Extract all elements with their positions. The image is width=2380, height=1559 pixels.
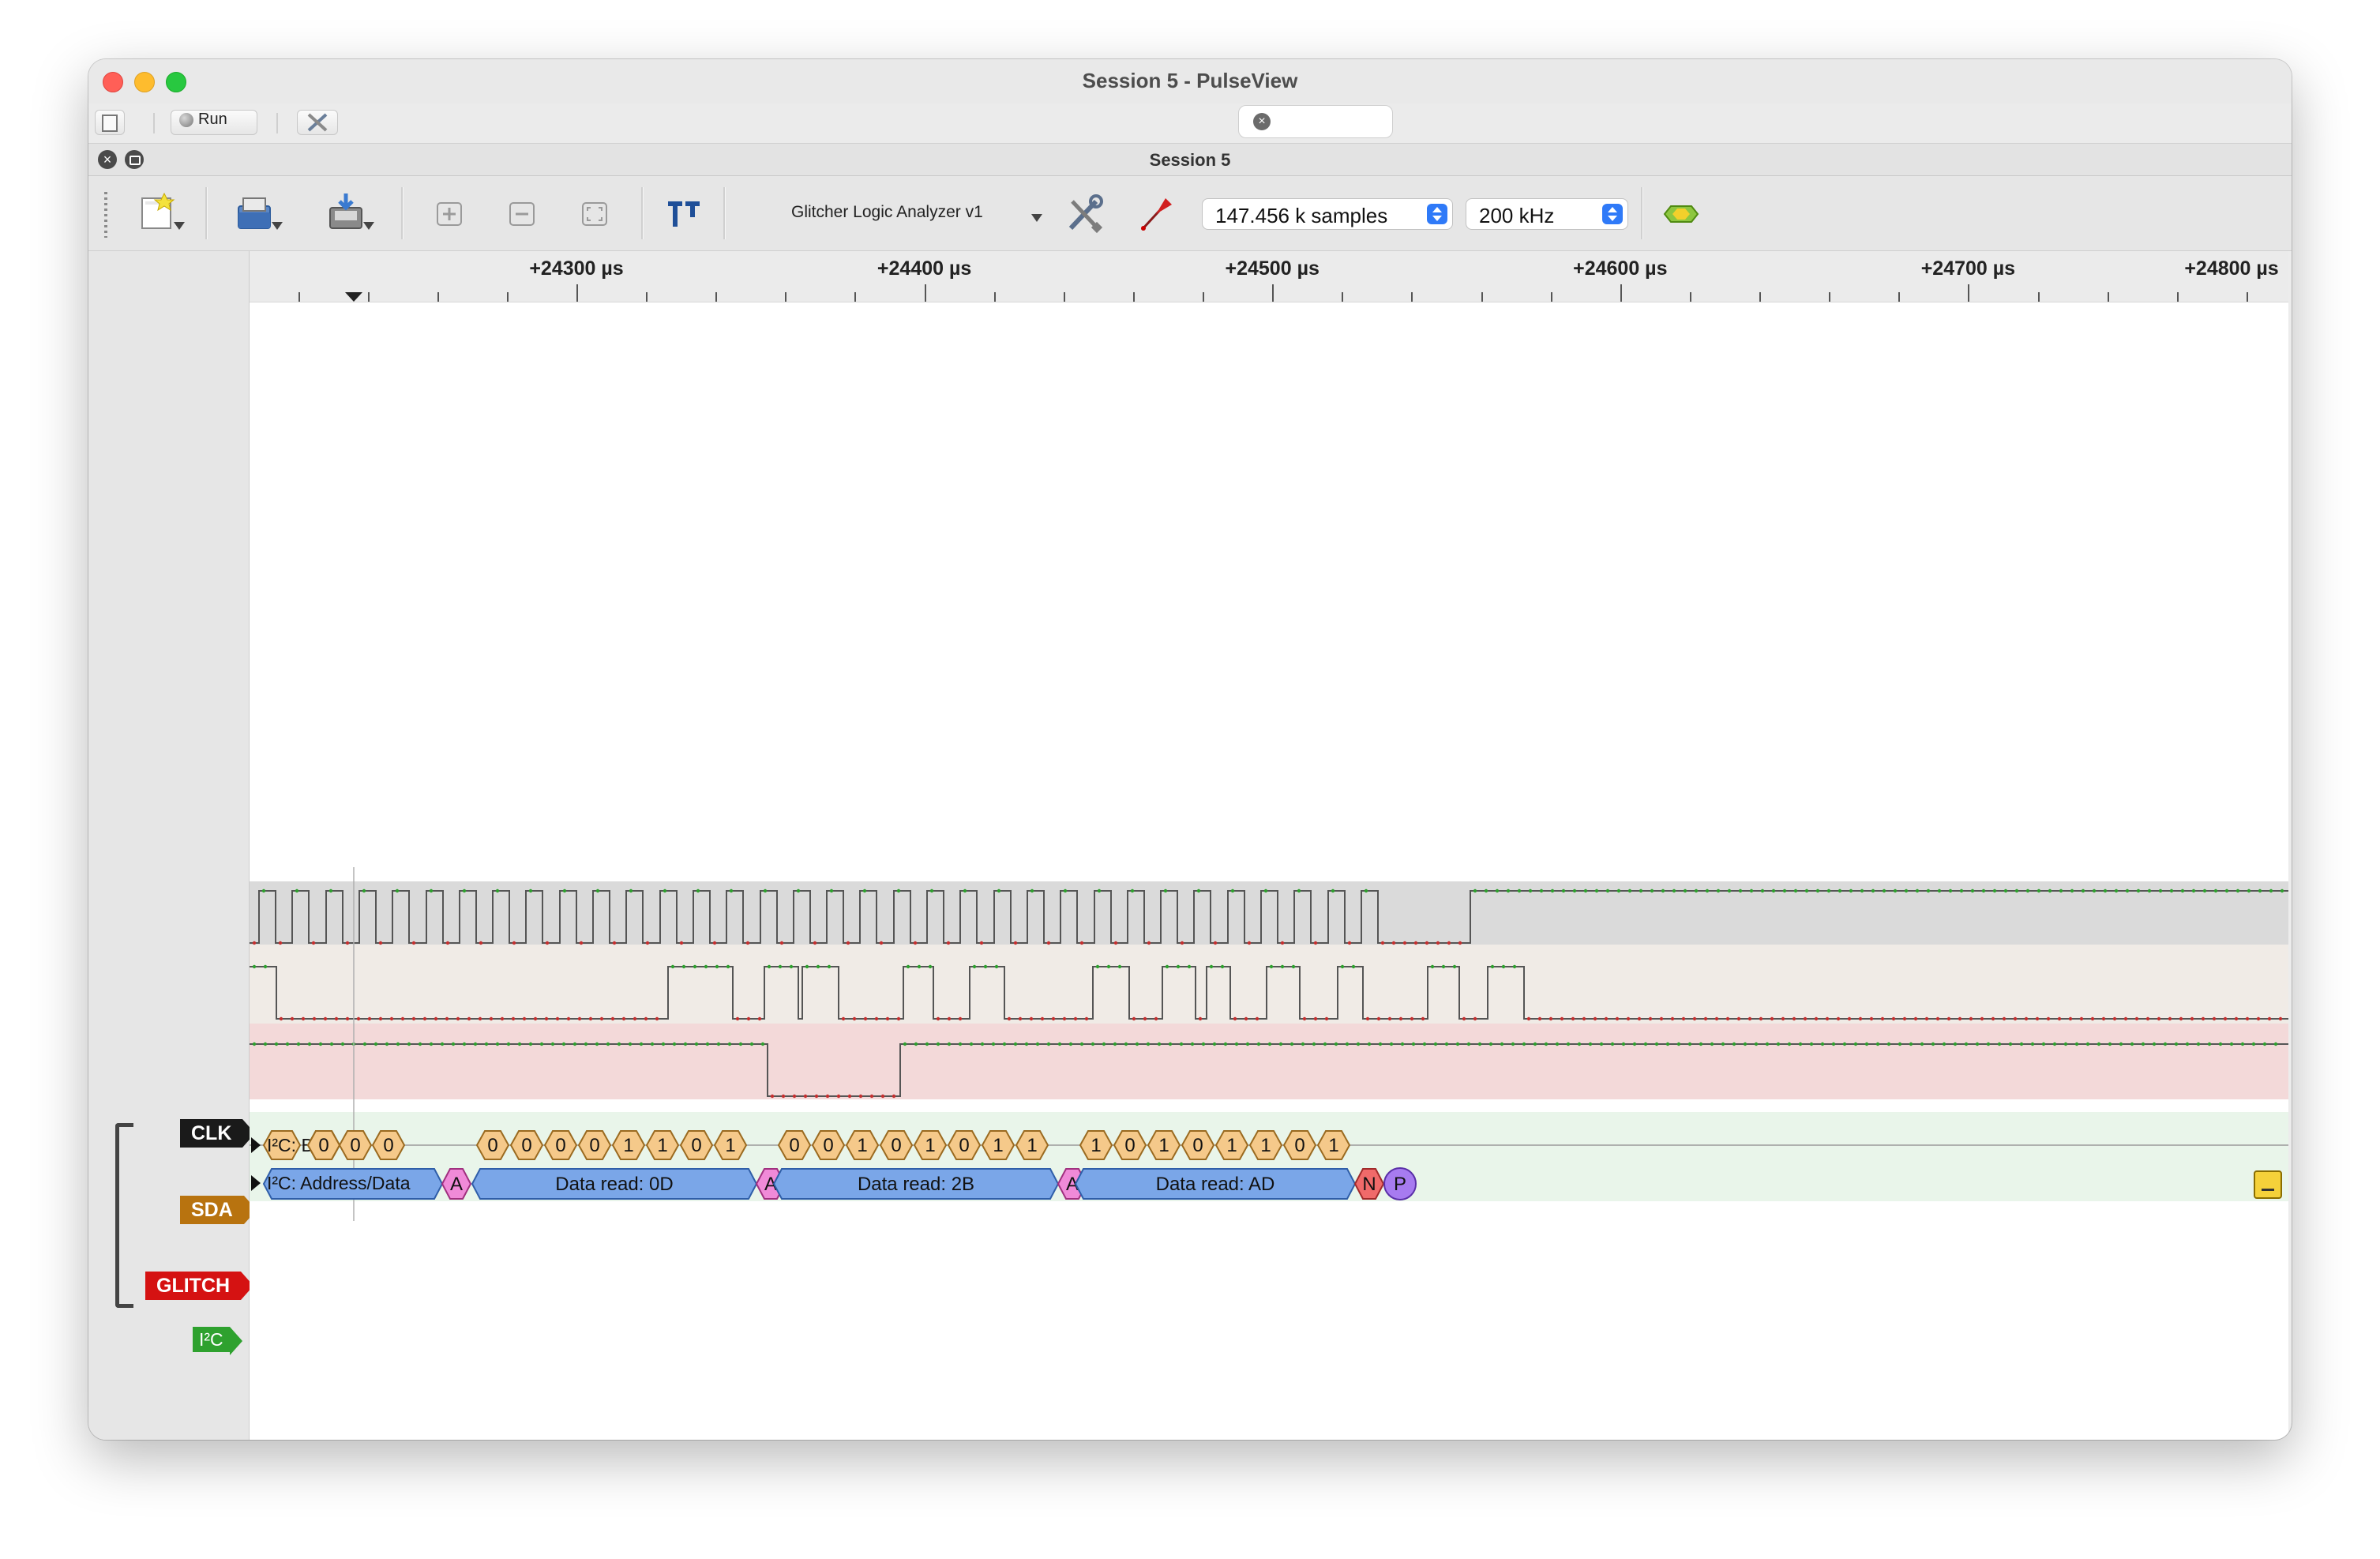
trace-view[interactable]: +24300 µs +24400 µs +24500 µs +24600 µs +247… xyxy=(250,251,2288,1440)
bit-cell-text: 1 xyxy=(1260,1135,1271,1156)
bit-cell-text: 0 xyxy=(1294,1135,1304,1156)
pulseview-window: Session 5 - PulseView Run × × Session 5 xyxy=(88,59,2292,1440)
bit-cell-text: 0 xyxy=(555,1135,565,1156)
bit-cell-text: 0 xyxy=(891,1135,901,1156)
zoom-in-icon xyxy=(437,202,462,226)
show-cursors-button[interactable] xyxy=(663,195,708,235)
settings-button[interactable] xyxy=(297,110,338,135)
bit-cell-text: 1 xyxy=(1226,1135,1237,1156)
bit-cell-text: 1 xyxy=(925,1135,935,1156)
bit-cell-text: 1 xyxy=(993,1135,1003,1156)
bit-cell-text: 1 xyxy=(1328,1135,1338,1156)
decoder-icon xyxy=(1663,205,1699,223)
bit-cell-text: 1 xyxy=(1158,1135,1169,1156)
bit-cell-text: 1 xyxy=(857,1135,867,1156)
sda-lane xyxy=(250,945,2288,1024)
sample-count-selector[interactable]: 147.456 k samples xyxy=(1202,198,1453,230)
add-decoder-button[interactable] xyxy=(1660,200,1704,232)
wrench-screwdriver-icon xyxy=(307,113,328,132)
channel-label-clk[interactable]: CLK xyxy=(180,1119,256,1148)
clear-search-icon[interactable]: × xyxy=(1253,113,1271,130)
bit-cell-text: 0 xyxy=(823,1135,833,1156)
ack-cell-text: N xyxy=(1362,1174,1376,1195)
cursors-icon xyxy=(668,201,700,227)
channel-label-glitch[interactable]: GLITCH xyxy=(145,1272,254,1300)
samplerate-selector[interactable]: 200 kHz xyxy=(1466,198,1628,230)
main-toolbar: Run × xyxy=(88,103,2292,144)
samplerate-value: 200 kHz xyxy=(1479,204,1555,227)
bit-cell-text: 1 xyxy=(623,1135,633,1156)
title-bar: Session 5 - PulseView xyxy=(88,59,2292,104)
samplerate-stepper-icon[interactable] xyxy=(1602,204,1623,224)
run-button[interactable]: Run xyxy=(171,110,257,135)
data-byte-cell-text: Data read: 2B xyxy=(858,1174,974,1195)
trace-warning-icon[interactable] xyxy=(2254,1170,2282,1199)
session-title: Session 5 xyxy=(1149,150,1231,170)
data-byte-cell-text: Data read: AD xyxy=(1156,1174,1275,1195)
new-view-icon xyxy=(102,115,118,132)
bit-cell-text: 0 xyxy=(383,1135,393,1156)
new-view-button[interactable] xyxy=(95,110,125,135)
sample-count-value: 147.456 k samples xyxy=(1215,204,1388,227)
bit-cell-text: 0 xyxy=(487,1135,497,1156)
bit-cell-text: 0 xyxy=(1192,1135,1203,1156)
bit-cell-text: 0 xyxy=(789,1135,799,1156)
stop-cell-text: P xyxy=(1394,1174,1406,1195)
channel-label-sda[interactable]: SDA xyxy=(180,1196,257,1224)
search-field[interactable]: × xyxy=(1238,105,1393,138)
session-tab-bar: × Session 5 xyxy=(88,144,2292,176)
zoom-fit-icon xyxy=(582,202,607,226)
trace-area[interactable]: I²C: Bits0 0 0I²C: Address/Data A0 0 0 0 1 1 0 1Da… xyxy=(250,251,2288,1440)
bit-cell-text: 0 xyxy=(521,1135,531,1156)
data-byte-cell-text: Data read: 0D xyxy=(555,1174,673,1195)
bit-cell-text: 1 xyxy=(1091,1135,1101,1156)
zoom-out-icon xyxy=(509,202,535,226)
bit-cell-text: 0 xyxy=(691,1135,701,1156)
zoom-fit-button[interactable] xyxy=(578,198,613,234)
bit-cell-text: 0 xyxy=(350,1135,360,1156)
glitch-lane xyxy=(250,1024,2288,1099)
zoom-out-button[interactable] xyxy=(505,198,540,234)
window-title: Session 5 - PulseView xyxy=(1082,69,1298,92)
tools-icon xyxy=(1068,194,1103,234)
bit-cell-text: 0 xyxy=(318,1135,328,1156)
addr-row-label: I²C: Address/Data xyxy=(267,1173,411,1193)
new-session-button[interactable] xyxy=(137,190,185,240)
session-toolbar: Glitcher Logic Analyzer v1 147.456 k sam… xyxy=(88,176,2292,251)
run-label: Run xyxy=(198,111,227,128)
probe-config-button[interactable] xyxy=(1136,193,1177,239)
bit-cell-text: 1 xyxy=(725,1135,735,1156)
decoder-label-i2c[interactable]: I²C xyxy=(193,1327,242,1355)
bit-cell-text: 1 xyxy=(1027,1135,1037,1156)
bit-cell-text: 1 xyxy=(657,1135,667,1156)
sample-count-stepper-icon[interactable] xyxy=(1427,204,1447,224)
ack-cell-text: A xyxy=(450,1174,463,1195)
bit-cell-text: 0 xyxy=(1124,1135,1135,1156)
bit-cell-text: 0 xyxy=(959,1135,969,1156)
trace-header-panel: CLK SDA GLITCH I²C xyxy=(88,251,257,1440)
device-config-button[interactable] xyxy=(1064,193,1106,239)
probe-icon xyxy=(1140,198,1172,231)
toolbar-grip[interactable] xyxy=(104,192,107,238)
save-button[interactable] xyxy=(327,190,374,240)
run-indicator-icon xyxy=(179,112,193,127)
device-selector[interactable]: Glitcher Logic Analyzer v1 xyxy=(791,203,983,222)
open-button[interactable] xyxy=(235,192,283,240)
channel-group-bracket[interactable] xyxy=(115,1123,133,1308)
zoom-in-button[interactable] xyxy=(433,198,467,234)
device-dropdown-icon[interactable] xyxy=(1031,214,1042,222)
bit-cell-text: 0 xyxy=(589,1135,599,1156)
